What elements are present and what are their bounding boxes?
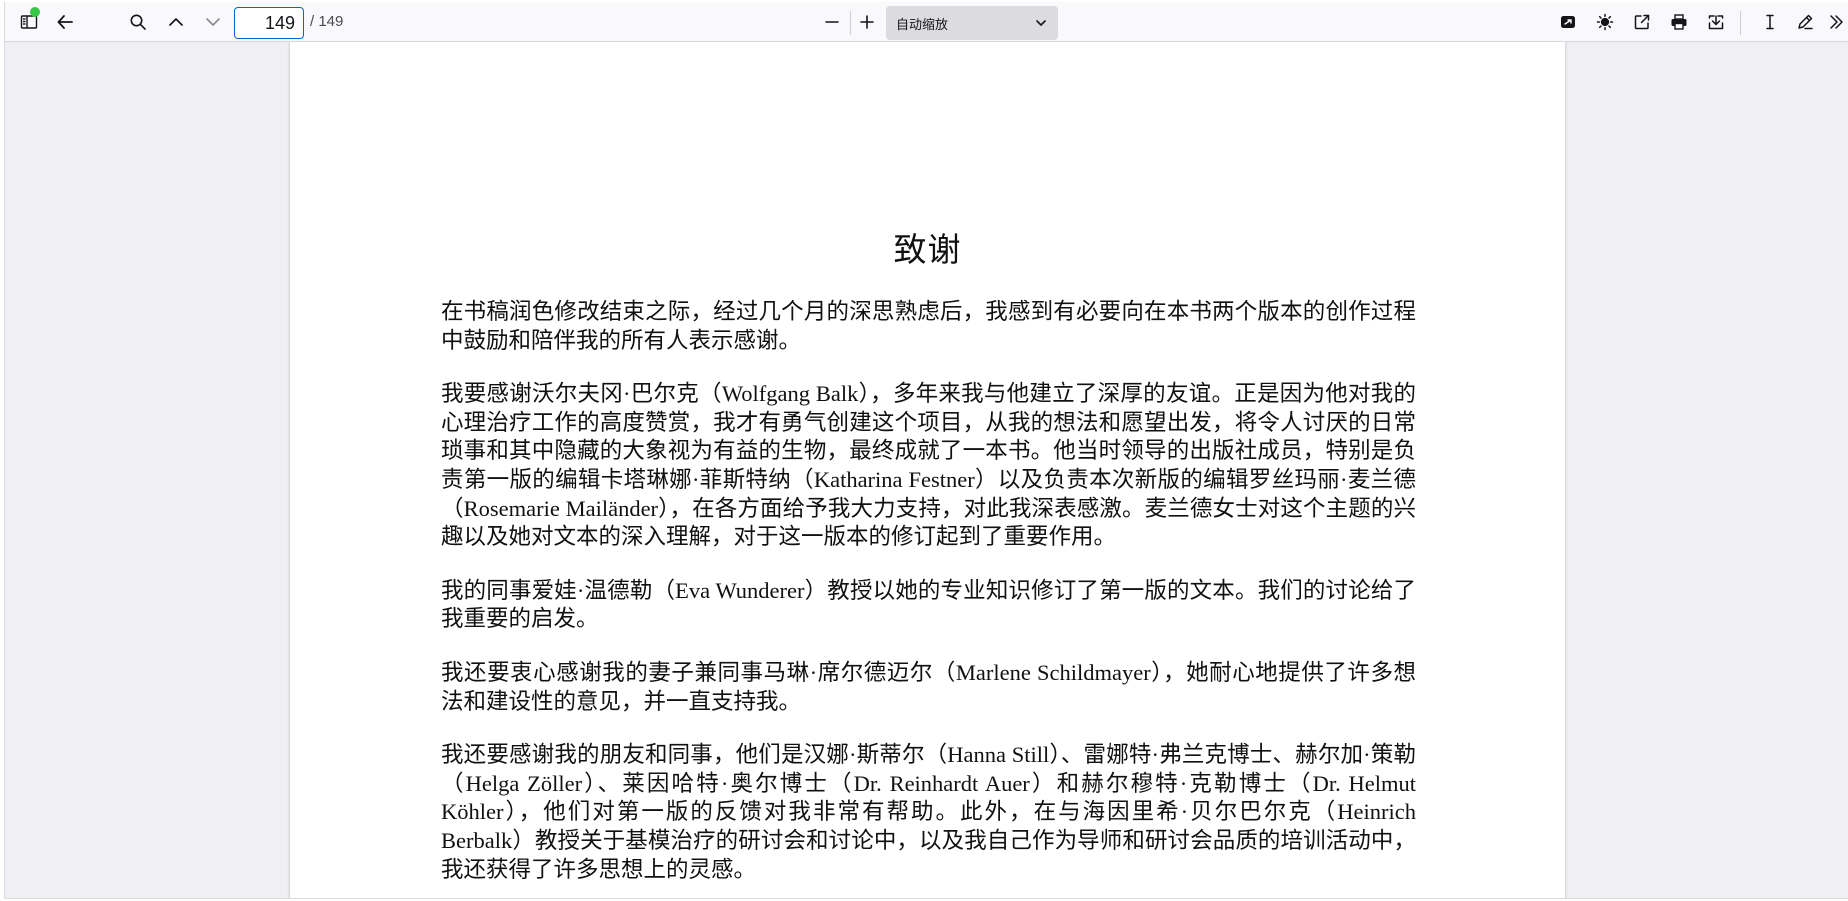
chevron-down-icon (1036, 20, 1046, 26)
presentation-mode-button[interactable] (1552, 6, 1584, 38)
zoom-out-button[interactable] (816, 6, 848, 38)
more-tools-button[interactable] (1823, 6, 1848, 38)
status-dot (30, 7, 40, 17)
paragraph: 在书稿润色修改结束之际，经过几个月的深思熟虑后，我感到有必要向在本书两个版本的创… (441, 299, 1416, 353)
page-body: 在书稿润色修改结束之际，经过几个月的深思熟虑后，我感到有必要向在本书两个版本的创… (441, 298, 1416, 898)
sidebar-toggle-button[interactable] (13, 6, 45, 38)
zoom-select-label: 自动缩放 (896, 17, 949, 33)
print-button[interactable] (1663, 6, 1695, 38)
pdf-page: 致谢 在书稿润色修改结束之际，经过几个月的深思熟虑后，我感到有必要向在本书两个版… (290, 42, 1565, 898)
search-icon (130, 14, 146, 30)
paragraph: 我还要衷心感谢我的妻子兼同事马琳·席尔德迈尔（Marlene Schildmay… (441, 659, 1416, 714)
chevron-up-icon (169, 18, 183, 26)
pen-icon (1798, 14, 1813, 30)
toolbar-divider (1740, 11, 1741, 35)
chevron-down-icon (206, 18, 220, 26)
double-chevron-right-icon (1830, 15, 1843, 29)
document-viewer[interactable]: 致谢 在书稿润色修改结束之际，经过几个月的深思熟虑后，我感到有必要向在本书两个版… (5, 42, 1848, 898)
zoom-in-button[interactable] (851, 6, 883, 38)
page-title: 致谢 (893, 230, 962, 269)
save-button[interactable] (1700, 6, 1732, 38)
arrow-left-icon (57, 15, 73, 29)
printer-icon (1671, 14, 1687, 30)
plus-icon (860, 15, 874, 29)
sun-icon (1596, 13, 1614, 31)
paragraph: 我还要感谢我的朋友和同事，他们是汉娜·斯蒂尔（Hanna Still）、雷娜特·… (441, 742, 1416, 882)
open-file-button[interactable] (1626, 6, 1658, 38)
paragraph: 我的同事爱娃·温德勒（Eva Wunderer）教授以她的专业知识修订了第一版的… (441, 577, 1416, 632)
next-page-button[interactable] (197, 6, 229, 38)
search-button[interactable] (122, 6, 154, 38)
presentation-icon (1561, 16, 1575, 28)
toolbar: / 149 自动缩放 (5, 2, 1848, 42)
zoom-select[interactable]: 自动缩放 (886, 6, 1058, 40)
back-button[interactable] (49, 6, 81, 38)
pdf-viewer-app: / 149 自动缩放 (4, 2, 1848, 899)
text-cursor-icon (1766, 14, 1774, 30)
draw-tool-button[interactable] (1789, 6, 1821, 38)
minus-icon (825, 21, 839, 23)
page-number-input[interactable] (234, 7, 304, 39)
open-external-icon (1634, 14, 1650, 30)
page-total-label: / 149 (310, 13, 344, 30)
download-icon (1708, 15, 1724, 30)
previous-page-button[interactable] (160, 6, 192, 38)
text-tool-button[interactable] (1754, 6, 1786, 38)
theme-toggle-button[interactable] (1589, 6, 1621, 38)
paragraph: 我要感谢沃尔夫冈·巴尔克（Wolfgang Balk），多年来我与他建立了深厚的… (441, 381, 1416, 550)
